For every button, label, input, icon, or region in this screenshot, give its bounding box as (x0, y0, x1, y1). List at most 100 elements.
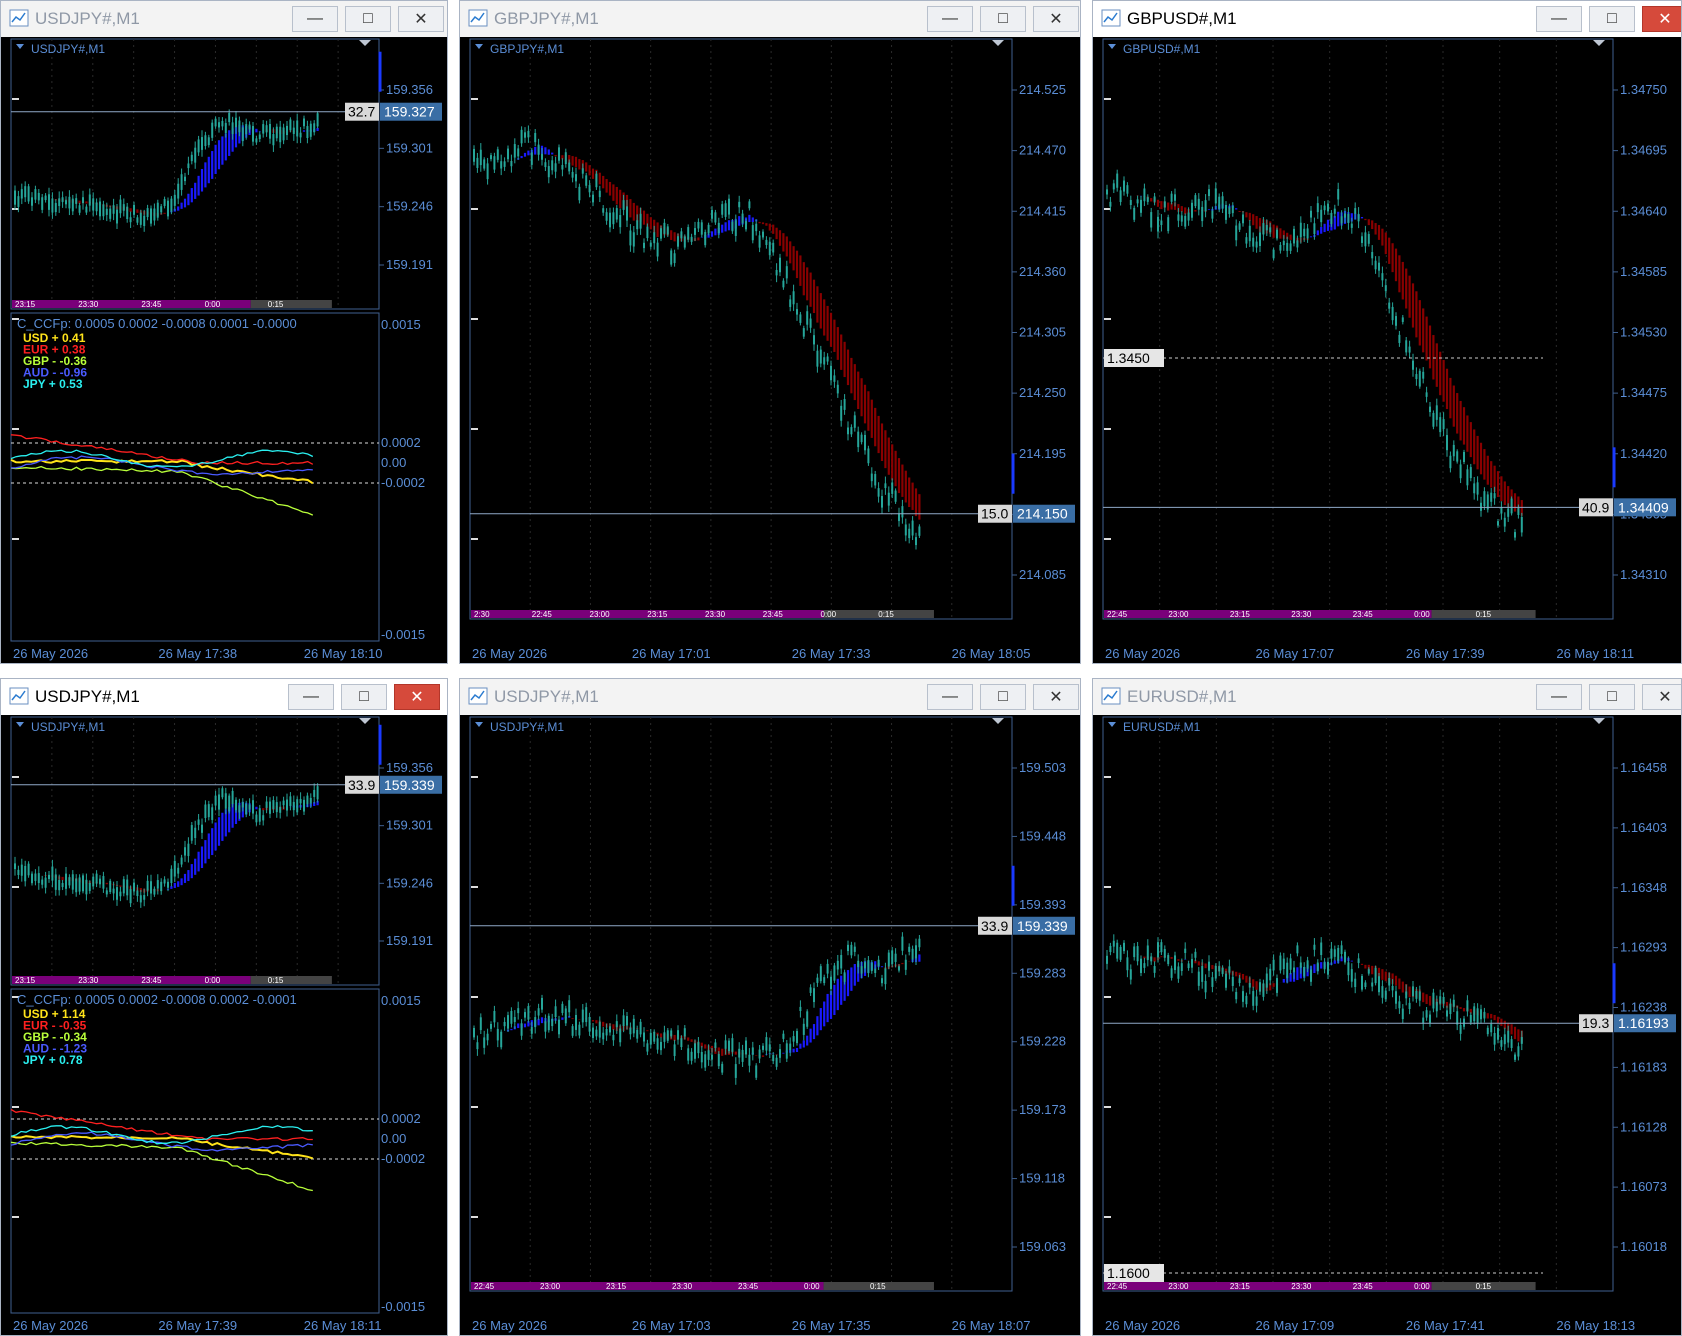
chart-window-gbpjpy[interactable]: GBPJPY#,M1 — □ ✕ GBPJPY#,M1 214.525 214.47… (459, 0, 1081, 664)
close-button[interactable]: ✕ (394, 684, 440, 710)
minimize-button[interactable]: — (288, 684, 334, 710)
price-chart[interactable]: GBPUSD#,M1 1.34750 1.34695 1.34640 1.34585 1.… (1093, 37, 1681, 663)
close-button[interactable]: ✕ (1642, 6, 1681, 32)
price-tick-label: 1.16293 (1620, 940, 1667, 955)
window-title: USDJPY#,M1 (35, 9, 140, 28)
session-label: 0:15 (268, 300, 284, 309)
maximize-button[interactable]: □ (980, 684, 1026, 710)
minimize-button[interactable]: — (1536, 6, 1582, 32)
chart-area[interactable]: GBPJPY#,M1 214.525 214.470 214.415 214.360 21… (460, 37, 1080, 663)
maximize-button[interactable]: □ (1589, 684, 1635, 710)
chart-window-eurusd[interactable]: EURUSD#,M1 — □ ✕ EURUSD#,M1 1.16458 1.1640… (1092, 678, 1682, 1336)
candle-body (564, 152, 567, 165)
time-axis-label: 26 May 17:33 (792, 646, 871, 661)
price-tick-label: 159.173 (1019, 1102, 1066, 1117)
time-axis-label: 26 May 2026 (1105, 1318, 1180, 1333)
candle-body (286, 799, 288, 811)
window-titlebar[interactable]: EURUSD#,M1 — □ ✕ (1093, 679, 1681, 715)
close-button[interactable]: ✕ (398, 6, 444, 32)
current-price-tag: 214.150 (1017, 506, 1068, 522)
session-label: 23:30 (78, 976, 99, 985)
candle-body (1323, 962, 1326, 970)
close-button[interactable]: ✕ (1033, 684, 1079, 710)
candle-body (1364, 982, 1367, 988)
chart-area[interactable]: EURUSD#,M1 1.16458 1.16403 1.16348 1.16293 1.… (1093, 715, 1681, 1335)
chart-area[interactable]: USDJPY#,M1 159.356 159.301 159.246 159.191 33… (1, 715, 447, 1335)
candle-body (734, 1064, 737, 1078)
price-tick-label: 159.448 (1019, 828, 1066, 843)
chart-window-usdjpy-1[interactable]: USDJPY#,M1 — □ ✕ USDJPY#,M1 159.356 159.30… (0, 0, 448, 664)
candle-body (649, 1032, 652, 1045)
price-chart[interactable]: GBPJPY#,M1 214.525 214.470 214.415 214.360 21… (460, 37, 1080, 663)
chart-window-usdjpy-2[interactable]: USDJPY#,M1 — □ ✕ USDJPY#,M1 159.356 159.30… (0, 678, 448, 1336)
chart-area[interactable]: USDJPY#,M1 159.356 159.301 159.246 159.191 32… (1, 37, 447, 663)
maximize-icon: □ (998, 688, 1008, 705)
chart-area[interactable]: GBPUSD#,M1 1.34750 1.34695 1.34640 1.34585 1.… (1093, 37, 1681, 663)
window-titlebar[interactable]: USDJPY#,M1 — □ ✕ (1, 679, 447, 715)
window-titlebar[interactable]: GBPUSD#,M1 — □ ✕ (1093, 1, 1681, 37)
window-titlebar[interactable]: GBPJPY#,M1 — □ ✕ (460, 1, 1080, 37)
candle-body (1483, 1011, 1486, 1019)
candle-body (1174, 955, 1176, 971)
session-label: 23:00 (540, 1282, 561, 1291)
candle-body (85, 879, 88, 895)
minimize-button[interactable]: — (927, 684, 973, 710)
candle-body (255, 138, 258, 143)
price-chart[interactable]: USDJPY#,M1 159.356 159.301 159.246 159.191 32… (1, 37, 447, 663)
candle-body (1517, 508, 1520, 515)
minimize-button[interactable]: — (927, 6, 973, 32)
candle-body (68, 196, 71, 209)
maximize-button[interactable]: □ (345, 6, 391, 32)
candle-body (194, 827, 197, 839)
candle-body (153, 208, 156, 221)
price-tick-label: 214.360 (1019, 264, 1066, 279)
candle-body (503, 161, 506, 167)
candle-body (1514, 1054, 1516, 1060)
window-titlebar[interactable]: USDJPY#,M1 — □ ✕ (1, 1, 447, 37)
price-chart[interactable]: USDJPY#,M1 159.503 159.448 159.393 159.283 15… (460, 715, 1080, 1335)
close-button[interactable]: ✕ (1033, 6, 1079, 32)
session-label: 0:15 (1476, 610, 1492, 619)
candle-body (768, 241, 771, 256)
maximize-button[interactable]: □ (1589, 6, 1635, 32)
price-chart[interactable]: USDJPY#,M1 159.356 159.301 159.246 159.191 33… (1, 715, 447, 1335)
candle-body (1344, 951, 1346, 963)
maximize-button[interactable]: □ (980, 6, 1026, 32)
candle-body (1119, 190, 1122, 202)
candle-body (809, 987, 812, 993)
candle-body (1235, 225, 1238, 241)
candle-body (796, 309, 798, 315)
candle-body (1153, 196, 1156, 202)
candle-body (775, 1057, 778, 1067)
candle-body (1109, 946, 1112, 953)
candle-body (1384, 285, 1387, 292)
candle-body (500, 1031, 503, 1048)
candle-body (836, 960, 839, 970)
close-button[interactable]: ✕ (1642, 684, 1681, 710)
chart-area[interactable]: USDJPY#,M1 159.503 159.448 159.393 159.283 15… (460, 715, 1080, 1335)
candle-body (228, 112, 231, 123)
candle-body (1401, 317, 1404, 322)
candle-body (717, 1054, 720, 1067)
candle-body (1197, 198, 1200, 210)
chart-window-usdjpy-3[interactable]: USDJPY#,M1 — □ ✕ USDJPY#,M1 159.503 159.44… (459, 678, 1081, 1336)
candle-body (1282, 958, 1285, 970)
session-label: 0:15 (870, 1282, 886, 1291)
maximize-button[interactable]: □ (341, 684, 387, 710)
candle-body (1133, 946, 1136, 958)
candle-body (493, 1010, 496, 1023)
chart-window-gbpusd[interactable]: GBPUSD#,M1 — □ ✕ GBPUSD#,M1 1.34750 1.3469… (1092, 0, 1682, 664)
candle-body (1439, 996, 1442, 1004)
minimize-button[interactable]: — (1536, 684, 1582, 710)
maximize-icon: □ (1607, 688, 1617, 705)
candle-body (105, 208, 108, 215)
time-axis-label: 26 May 17:41 (1406, 1318, 1485, 1333)
chart-window-icon (9, 687, 29, 705)
minimize-button[interactable]: — (292, 6, 338, 32)
maximize-icon: □ (1607, 10, 1617, 27)
candle-body (1157, 942, 1159, 958)
candle-body (1500, 1040, 1503, 1047)
price-chart[interactable]: EURUSD#,M1 1.16458 1.16403 1.16348 1.16293 1.… (1093, 715, 1681, 1335)
candle-body (833, 965, 836, 981)
window-titlebar[interactable]: USDJPY#,M1 — □ ✕ (460, 679, 1080, 715)
